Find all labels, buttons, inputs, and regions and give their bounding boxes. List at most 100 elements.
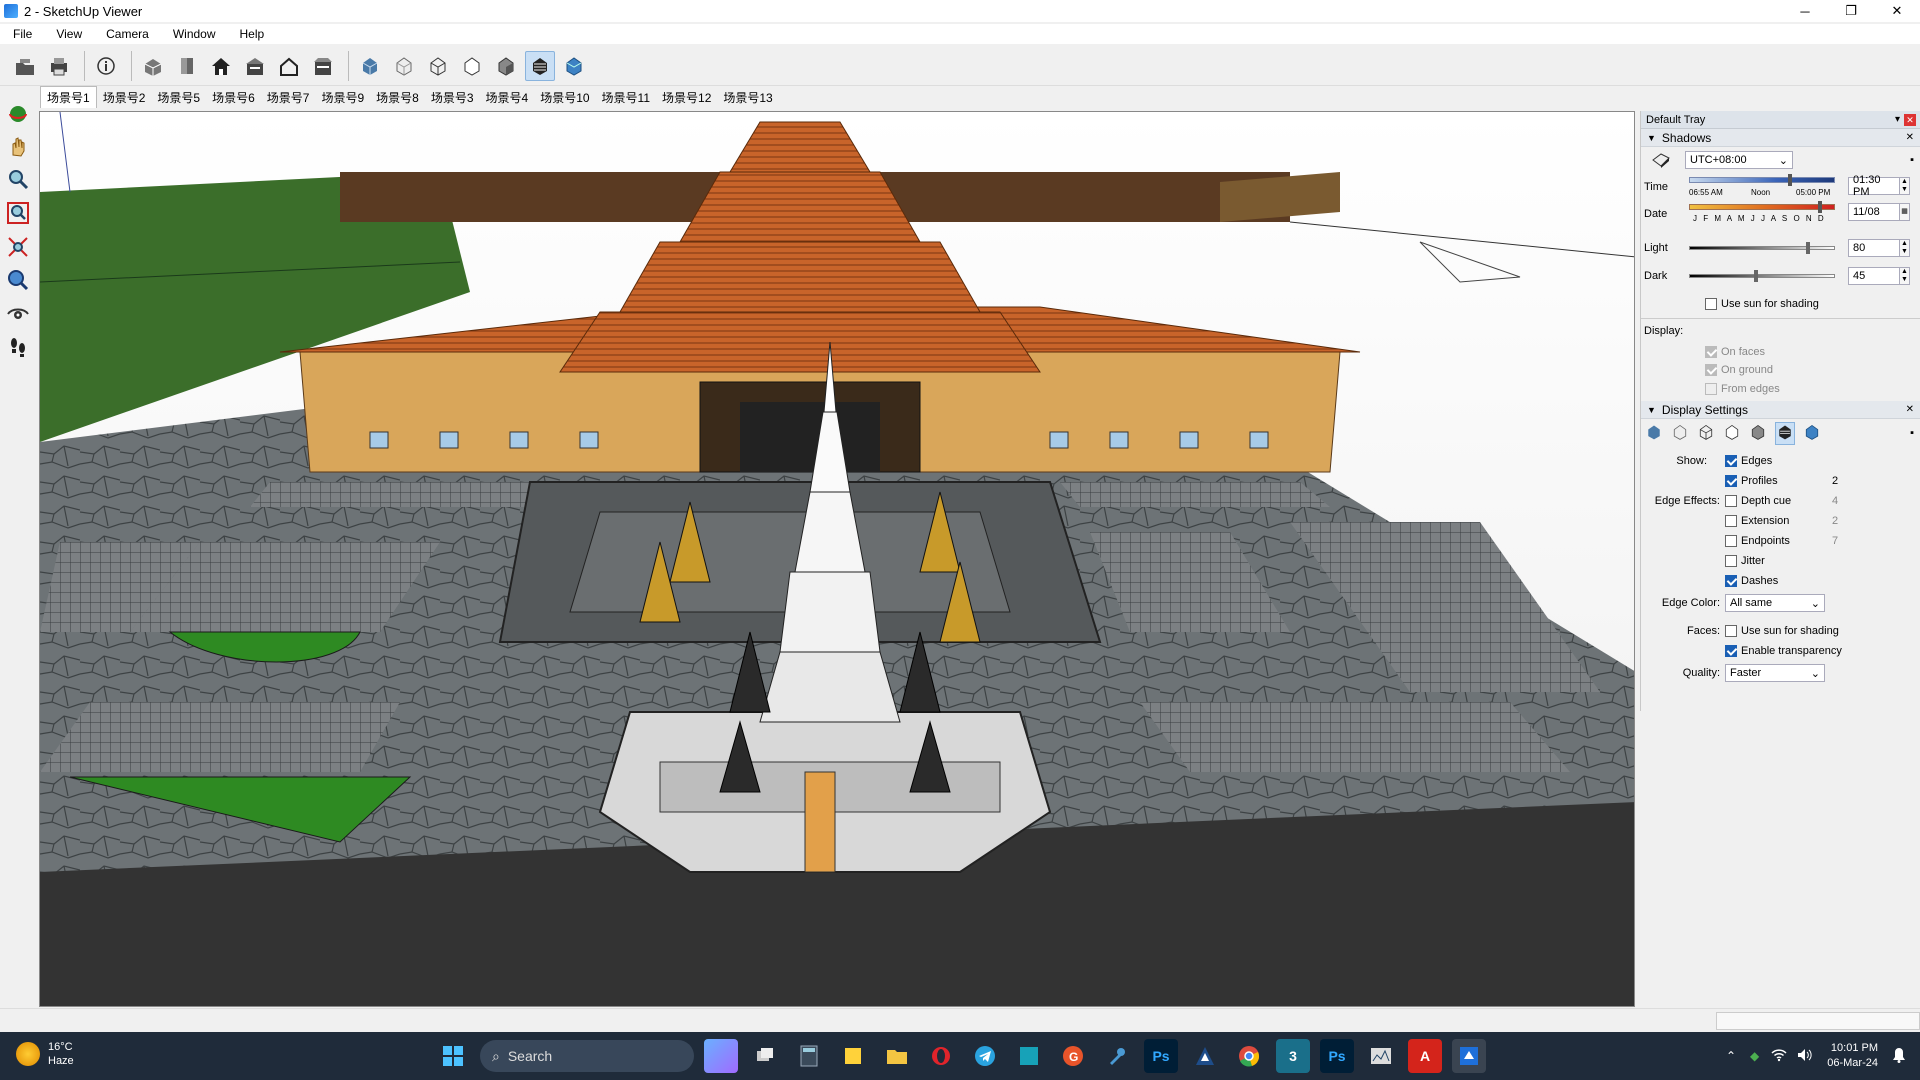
close-button[interactable]: ✕ — [1874, 0, 1920, 22]
front-view-icon[interactable] — [206, 51, 236, 81]
scene-tab[interactable]: 场景号3 — [425, 87, 480, 108]
shaded-textures-style-icon[interactable] — [1749, 423, 1767, 444]
look-around-icon[interactable] — [4, 300, 32, 327]
scene-tab[interactable]: 场景号12 — [656, 87, 717, 108]
collapse-triangle-icon[interactable]: ▼ — [1647, 405, 1656, 415]
shadows-toggle-icon[interactable] — [1651, 150, 1671, 171]
panel-close-icon[interactable]: ✕ — [1906, 132, 1914, 143]
edges-checkbox[interactable] — [1725, 455, 1737, 467]
color-by-layer-style-icon[interactable] — [1803, 423, 1821, 444]
hidden-line-style-icon[interactable] — [423, 51, 453, 81]
dark-slider-thumb[interactable] — [1754, 270, 1758, 282]
menu-window[interactable]: Window — [170, 26, 219, 42]
scene-tab[interactable]: 场景号9 — [315, 87, 370, 108]
display-settings-panel-header[interactable]: ▼ Display Settings ✕ — [1641, 401, 1920, 419]
zoom-extents-icon[interactable] — [4, 233, 32, 260]
scene-tab[interactable]: 场景号4 — [480, 87, 535, 108]
scene-tab[interactable]: 场景号5 — [151, 87, 206, 108]
shaded-textures-style-icon[interactable] — [491, 51, 521, 81]
zoom-window-icon[interactable] — [4, 200, 32, 227]
walk-icon[interactable] — [4, 333, 32, 360]
minimize-button[interactable]: ─ — [1782, 0, 1828, 22]
time-slider[interactable] — [1689, 174, 1835, 186]
model-viewport[interactable] — [39, 111, 1635, 1007]
quality-select[interactable]: Faster ⌄ — [1725, 664, 1825, 682]
date-slider-thumb[interactable] — [1818, 201, 1822, 213]
endpoints-value[interactable]: 7 — [1832, 535, 1838, 547]
windows-start-icon[interactable] — [436, 1039, 470, 1073]
tools-icon[interactable] — [1100, 1039, 1134, 1073]
wireframe-style-icon[interactable] — [389, 51, 419, 81]
monochrome-style-icon[interactable] — [525, 50, 555, 81]
sticky-notes-icon[interactable] — [836, 1039, 870, 1073]
xray-style-icon[interactable] — [355, 51, 385, 81]
top-view-icon[interactable] — [172, 51, 202, 81]
wireframe-style-icon[interactable] — [1671, 423, 1689, 444]
dark-slider[interactable] — [1689, 270, 1835, 282]
panel-close-icon[interactable]: ✕ — [1906, 404, 1914, 415]
shadows-panel-header[interactable]: ▼ Shadows ✕ — [1641, 129, 1920, 147]
time-input[interactable]: 01:30 PM — [1848, 174, 1900, 198]
timezone-select[interactable]: UTC+08:00 ⌄ — [1685, 151, 1793, 169]
maximize-button[interactable]: ❐ — [1828, 0, 1874, 22]
scene-tab[interactable]: 场景号10 — [534, 87, 595, 108]
depth-cue-checkbox[interactable] — [1725, 495, 1737, 507]
zoom-icon[interactable] — [4, 167, 32, 194]
on-faces-checkbox[interactable] — [1705, 346, 1717, 358]
jitter-checkbox[interactable] — [1725, 555, 1737, 567]
chart-app-icon[interactable] — [1364, 1039, 1398, 1073]
shaded-style-icon[interactable] — [1723, 423, 1741, 444]
scene-tab[interactable]: 场景号8 — [370, 87, 425, 108]
pin-icon[interactable]: ▾ — [1895, 114, 1900, 125]
taskbar-clock[interactable]: 10:01 PM 06-Mar-24 — [1827, 1041, 1878, 1071]
scene-tab[interactable]: 场景号1 — [40, 86, 97, 108]
date-input[interactable]: 11/08 — [1848, 203, 1900, 221]
details-toggle-icon[interactable]: ▪ — [1910, 154, 1914, 166]
on-ground-checkbox[interactable] — [1705, 364, 1717, 376]
measurements-box[interactable] — [1716, 1012, 1920, 1030]
orbit-icon[interactable] — [4, 100, 32, 127]
endpoints-checkbox[interactable] — [1725, 535, 1737, 547]
scene-tab[interactable]: 场景号7 — [261, 87, 316, 108]
faces-use-sun-checkbox[interactable] — [1725, 625, 1737, 637]
light-slider[interactable] — [1689, 242, 1835, 254]
back-view-icon[interactable] — [274, 51, 304, 81]
time-slider-thumb[interactable] — [1788, 174, 1792, 186]
telegram-icon[interactable] — [968, 1039, 1002, 1073]
menu-view[interactable]: View — [53, 26, 85, 42]
position-camera-icon[interactable] — [4, 266, 32, 293]
app-icon[interactable] — [1012, 1039, 1046, 1073]
right-view-icon[interactable] — [240, 51, 270, 81]
acrobat-icon[interactable]: A — [1408, 1039, 1442, 1073]
dark-input[interactable]: 45 — [1848, 267, 1900, 285]
profiles-value[interactable]: 2 — [1832, 475, 1838, 487]
wifi-icon[interactable] — [1771, 1048, 1787, 1065]
task-view-icon[interactable] — [748, 1039, 782, 1073]
light-input[interactable]: 80 — [1848, 239, 1900, 257]
time-spinner[interactable]: ▲ ▼ — [1900, 177, 1910, 195]
file-explorer-icon[interactable] — [880, 1039, 914, 1073]
dark-spinner[interactable]: ▲ ▼ — [1900, 267, 1910, 285]
autodesk-icon[interactable] — [1188, 1039, 1222, 1073]
menu-help[interactable]: Help — [237, 26, 268, 42]
calculator-icon[interactable] — [792, 1039, 826, 1073]
monochrome-style-icon[interactable] — [1775, 421, 1795, 445]
enable-transparency-checkbox[interactable] — [1725, 645, 1737, 657]
security-icon[interactable]: ◆ — [1750, 1049, 1759, 1063]
volume-icon[interactable] — [1797, 1048, 1813, 1065]
menu-file[interactable]: File — [10, 26, 35, 42]
profiles-checkbox[interactable] — [1725, 475, 1737, 487]
opera-icon[interactable] — [924, 1039, 958, 1073]
light-spinner[interactable]: ▲ ▼ — [1900, 239, 1910, 257]
taskbar-search-box[interactable]: ⌕ Search — [480, 1040, 694, 1072]
pan-icon[interactable] — [4, 133, 32, 160]
dashes-checkbox[interactable] — [1725, 575, 1737, 587]
chevron-up-icon[interactable]: ⌃ — [1726, 1049, 1736, 1063]
extension-checkbox[interactable] — [1725, 515, 1737, 527]
open-file-icon[interactable] — [10, 51, 40, 81]
photoshop-icon[interactable]: Ps — [1144, 1039, 1178, 1073]
light-slider-thumb[interactable] — [1806, 242, 1810, 254]
notifications-bell-icon[interactable] — [1892, 1047, 1906, 1066]
weather-widget[interactable]: 16°C Haze — [16, 1040, 74, 1068]
color-by-layer-style-icon[interactable] — [559, 51, 589, 81]
